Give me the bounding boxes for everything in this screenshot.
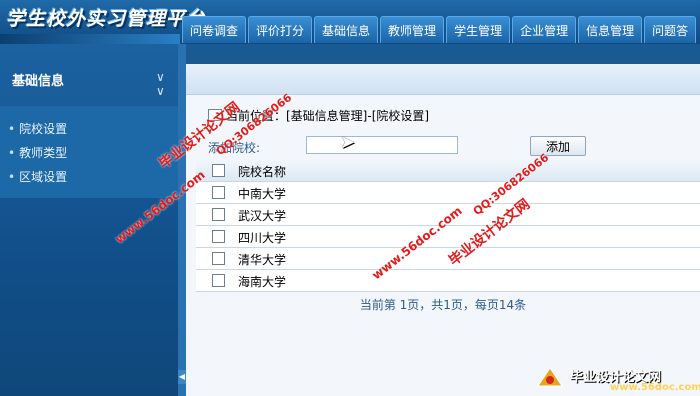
add-school-row: 添加院校: 添加 — [186, 134, 700, 158]
table-row: 清华大学 — [196, 248, 700, 270]
main-toolbar — [186, 64, 700, 95]
chevron-down-icon[interactable]: ∨ ∨ — [156, 70, 165, 98]
sidebar-item-school-settings[interactable]: 院校设置 — [8, 120, 67, 137]
tab-qa[interactable]: 问题答 — [644, 16, 697, 43]
sidebar-header[interactable]: 基础信息 ∨ ∨ — [0, 62, 178, 98]
sidebar-splitter[interactable] — [178, 44, 186, 396]
sidebar-title: 基础信息 — [12, 74, 65, 89]
table-header-row: 院校名称 — [196, 160, 700, 182]
row-checkbox[interactable] — [212, 274, 225, 287]
tab-info-management[interactable]: 信息管理 — [578, 16, 643, 43]
school-name-cell: 海南大学 — [238, 275, 287, 289]
school-name-cell: 清华大学 — [238, 253, 287, 267]
sidebar-item-teacher-types[interactable]: 教师类型 — [8, 144, 67, 161]
table-row: 海南大学 — [196, 270, 700, 292]
tab-student-management[interactable]: 学生管理 — [446, 16, 511, 43]
add-button[interactable]: 添加 — [530, 136, 586, 156]
school-name-cell: 武汉大学 — [238, 209, 287, 223]
brand-logo-icon — [537, 367, 563, 387]
pagination-info: 当前第 1页，共1页，每页14条 — [359, 298, 527, 312]
tab-basic-info[interactable]: 基础信息 — [314, 16, 379, 43]
tab-teacher-management[interactable]: 教师管理 — [380, 16, 445, 43]
sidebar-menu: 院校设置 教师类型 区域设置 — [0, 106, 178, 198]
table-row: 武汉大学 — [196, 204, 700, 226]
breadcrumb-row: 当前位置：[基础信息管理]-[院校设置] — [186, 104, 700, 126]
select-all-checkbox[interactable] — [212, 164, 225, 177]
row-checkbox[interactable] — [212, 230, 225, 243]
sidebar: 基础信息 ∨∨ 院校设置 教师类型 区域设置 — [0, 44, 178, 396]
app-logo: 学生校外实习管理平台 — [6, 8, 207, 30]
sidebar-item-region-settings[interactable]: 区域设置 — [8, 168, 67, 185]
mouse-cursor-icon: ➤ — [340, 132, 356, 153]
school-name-cell: 中南大学 — [238, 187, 287, 201]
school-name-input[interactable] — [306, 136, 458, 154]
tab-survey[interactable]: 问卷调查 — [182, 16, 247, 43]
add-school-label: 添加院校: — [208, 141, 261, 155]
breadcrumb: 当前位置：[基础信息管理]-[院校设置] — [226, 109, 430, 123]
brand-url: www.56doc.com — [610, 382, 700, 393]
header: 学生校外实习管理平台 问卷调查 评价打分 基础信息 教师管理 学生管理 企业管理… — [0, 0, 700, 44]
table-row: 四川大学 — [196, 226, 700, 248]
watermark-brand: 毕业设计论文网 www.56doc.com — [530, 362, 700, 396]
main-content: 当前位置：[基础信息管理]-[院校设置] 添加院校: 添加 院校名称 中南大学 … — [186, 64, 700, 396]
top-nav: 问卷调查 评价打分 基础信息 教师管理 学生管理 企业管理 信息管理 问题答 — [182, 16, 698, 44]
school-name-cell: 四川大学 — [238, 231, 287, 245]
row-checkbox[interactable] — [212, 186, 225, 199]
tab-rating[interactable]: 评价打分 — [248, 16, 313, 43]
location-icon — [208, 109, 222, 121]
logo-underline — [0, 34, 180, 44]
table-row: 中南大学 — [196, 182, 700, 204]
column-header-school-name: 院校名称 — [238, 165, 287, 179]
school-table: 院校名称 中南大学 武汉大学 四川大学 清华大学 海南大学 — [196, 160, 700, 292]
row-checkbox[interactable] — [212, 208, 225, 221]
collapse-arrow-icon[interactable]: ◀ — [178, 370, 186, 384]
row-checkbox[interactable] — [212, 252, 225, 265]
tab-company-management[interactable]: 企业管理 — [512, 16, 577, 43]
